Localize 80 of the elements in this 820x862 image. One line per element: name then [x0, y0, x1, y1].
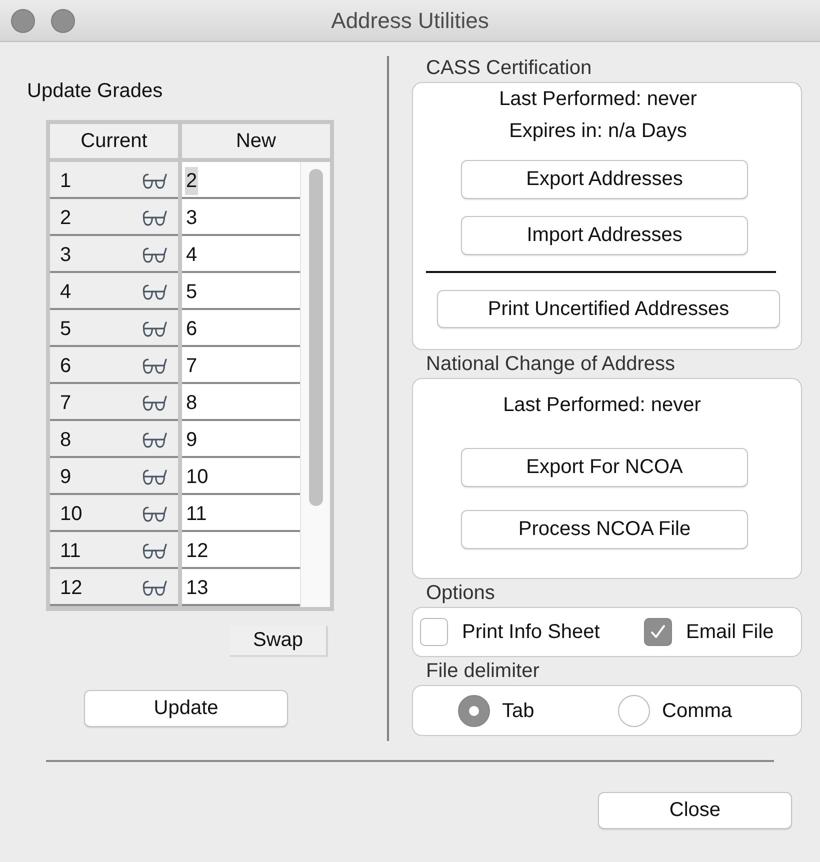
grade-number: 11 [60, 539, 81, 563]
grade-value: 12 [185, 538, 210, 564]
glasses-icon [141, 246, 167, 264]
checkbox[interactable] [420, 618, 448, 646]
window-control-icon[interactable] [11, 8, 35, 32]
grade-input-field[interactable]: 11 [182, 495, 300, 532]
status-text: Last Performed: never [498, 87, 698, 112]
grade-number: 3 [60, 243, 72, 267]
grade-value: 5 [185, 280, 198, 304]
import-addresses-button[interactable]: Import Addresses [461, 216, 748, 255]
column-header: Current [50, 124, 178, 158]
glasses-icon [141, 468, 167, 486]
grade-input-field[interactable]: 5 [182, 273, 300, 310]
grade-input-field[interactable]: 2 [182, 162, 300, 199]
grade-value: 13 [185, 576, 210, 600]
grade-number: 1 [60, 169, 72, 193]
grade-number: 6 [60, 354, 72, 378]
grade-value: 10 [185, 464, 210, 490]
checkbox[interactable] [644, 618, 672, 646]
section-label: File delimiter [426, 659, 540, 683]
glasses-icon [141, 431, 167, 449]
grade-input-field[interactable]: 9 [182, 421, 300, 458]
print-button[interactable]: Print Uncertified Addresses [437, 290, 780, 328]
glasses-icon [141, 542, 167, 560]
grade-input-field[interactable]: 8 [182, 384, 300, 421]
grade-number: 8 [60, 428, 72, 452]
status-text: Expires in: n/a Days [508, 119, 688, 144]
grade-input-field[interactable]: 4 [182, 236, 300, 273]
close-button[interactable]: Close [598, 792, 792, 829]
grade-number: 5 [60, 317, 72, 341]
scrollbar-thumb[interactable] [308, 169, 322, 506]
column-header: New [182, 124, 330, 158]
grade-number: 9 [60, 465, 72, 489]
radio-label[interactable]: Comma [662, 698, 732, 722]
section-label: CASS Certification [426, 56, 593, 80]
grade-input-field[interactable]: 6 [182, 310, 300, 347]
grade-value: 11 [185, 502, 208, 526]
grade-input-field[interactable]: 7 [182, 347, 300, 384]
grade-number: 7 [60, 391, 72, 415]
grade-number: 10 [60, 502, 82, 526]
section-label: Options [426, 581, 496, 605]
glasses-icon [141, 357, 167, 375]
grade-input-field[interactable]: 13 [182, 569, 300, 606]
window-title: Address Utilities [331, 8, 489, 34]
window-control-icon[interactable] [51, 8, 75, 32]
grade-value: 7 [185, 354, 198, 378]
grade-number: 2 [60, 206, 72, 230]
glasses-icon [141, 394, 167, 412]
grade-value: 6 [185, 316, 198, 342]
grade-value: 3 [185, 206, 198, 230]
grade-input-field[interactable]: 3 [182, 199, 300, 236]
swap-button[interactable]: Swap [230, 626, 328, 657]
grade-value: 2 [185, 166, 198, 194]
grade-input-field[interactable]: 12 [182, 532, 300, 569]
glasses-icon [141, 172, 167, 190]
scrollbar-track[interactable] [300, 162, 330, 607]
section-label: National Change of Address [426, 352, 676, 376]
checkmark-icon [650, 624, 666, 640]
glasses-icon [141, 283, 167, 301]
status-text: Last Performed: never [502, 393, 702, 418]
glasses-icon [141, 320, 167, 338]
grade-value: 8 [185, 390, 198, 416]
checkbox-label[interactable]: Email File [686, 620, 774, 644]
grade-number: 12 [60, 576, 82, 600]
radio-button[interactable] [458, 694, 490, 726]
radio-label[interactable]: Tab [502, 698, 534, 722]
update-button[interactable]: Update [84, 690, 288, 727]
radio-button[interactable] [618, 694, 650, 726]
glasses-icon [141, 579, 167, 597]
export-addresses-button[interactable]: Export Addresses [461, 160, 748, 199]
grade-number: 4 [60, 280, 72, 304]
glasses-icon [141, 209, 167, 227]
checkbox-label[interactable]: Print Info Sheet [462, 620, 600, 644]
grade-value: 4 [185, 242, 198, 268]
process-file-button[interactable]: Process NCOA File [461, 510, 748, 549]
glasses-icon [141, 505, 167, 523]
export-ncoa-button[interactable]: Export For NCOA [461, 448, 748, 487]
grade-value: 9 [185, 428, 198, 452]
grade-input-field[interactable]: 10 [182, 458, 300, 495]
section-label: Update Grades [27, 79, 163, 103]
